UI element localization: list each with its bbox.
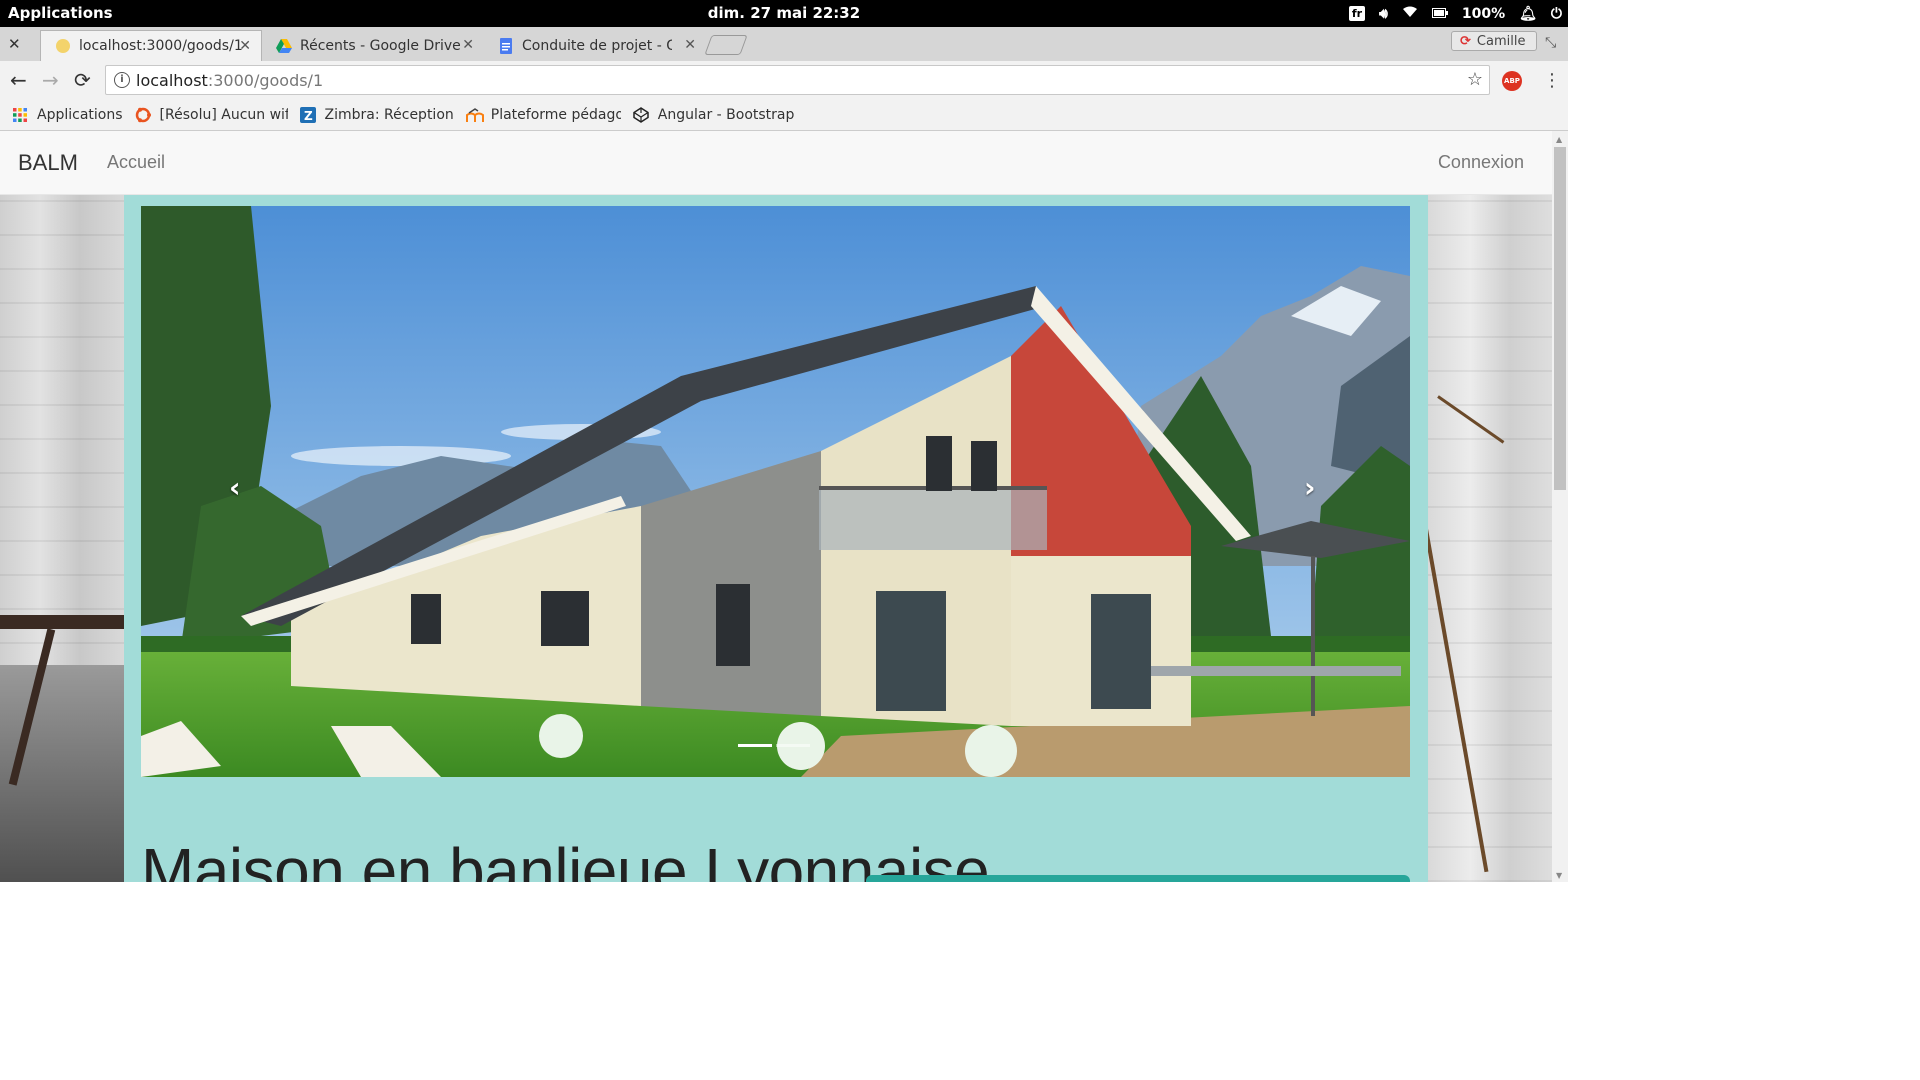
bookmark-label: Applications [37, 106, 123, 123]
wifi-icon[interactable] [1402, 6, 1418, 22]
carousel-indicator[interactable] [738, 744, 772, 747]
adblock-plus-icon[interactable]: ABP [1502, 71, 1522, 91]
bookmark-label: [Résolu] Aucun wifi [159, 106, 288, 123]
listing-action-button[interactable] [866, 875, 1410, 882]
new-tab-button[interactable] [704, 35, 748, 55]
google-drive-icon [276, 38, 292, 54]
site-brand[interactable]: BALM [18, 150, 78, 176]
battery-icon[interactable] [1431, 6, 1448, 22]
reload-icon[interactable]: ⟳ [74, 68, 91, 92]
scroll-down-icon[interactable]: ▼ [1556, 871, 1562, 880]
url-text[interactable]: localhost:3000/goods/1 [136, 71, 323, 90]
bookmark-label: Angular - Bootstrap [657, 106, 795, 123]
nav-home-link[interactable]: Accueil [107, 152, 165, 173]
tab-google-docs[interactable]: Conduite de projet - Go ✕ [484, 30, 706, 61]
browser-tab-strip: ✕ localhost:3000/goods/1 ✕ Récents - Goo… [0, 27, 1568, 61]
profile-name: Camille [1476, 33, 1526, 49]
codepen-icon [633, 106, 649, 123]
tab-title: Récents - Google Drive [300, 37, 461, 54]
nav-login-link[interactable]: Connexion [1438, 152, 1524, 173]
tab-close-icon[interactable]: ✕ [239, 38, 251, 54]
zimbra-icon: Z [299, 106, 316, 123]
profile-sync-icon: ⟳ [1460, 33, 1471, 49]
page-scrollbar[interactable]: ▲ ▼ [1552, 131, 1568, 882]
system-tray[interactable]: fr 🔊︎ 100% 🔔︎ ⏻ [1348, 3, 1562, 24]
web-page: BALM Accueil Connexion ‹ › Maison en ban… [0, 131, 1552, 882]
notification-bell-icon[interactable]: 🔔︎ [1519, 6, 1537, 22]
bookmark-plateforme[interactable]: Plateforme pédago [465, 106, 621, 123]
bookmark-star-icon[interactable]: ☆ [1467, 69, 1483, 90]
tab-localhost[interactable]: localhost:3000/goods/1 ✕ [40, 30, 262, 61]
window-restore-icon[interactable]: ⤡ [1545, 35, 1556, 51]
house-photo [141, 206, 1410, 777]
bookmarks-bar: Applications [Résolu] Aucun wifi Z Zimbr… [0, 99, 1568, 131]
bookmark-applications[interactable]: Applications [12, 107, 123, 123]
tab-title: localhost:3000/goods/1 [79, 38, 243, 54]
carousel-indicator[interactable] [776, 744, 810, 747]
site-info-icon[interactable]: i [114, 72, 130, 88]
tab-close-icon[interactable]: ✕ [684, 37, 696, 53]
bookmark-resolu-wifi[interactable]: [Résolu] Aucun wifi [135, 107, 288, 123]
browser-menu-icon[interactable]: ⋮ [1543, 70, 1561, 91]
loading-favicon-icon [55, 38, 71, 54]
moodle-icon [465, 107, 484, 123]
bookmark-label: Zimbra: Réception [324, 106, 454, 123]
bookmark-angular-bootstrap[interactable]: Angular - Bootstrap [633, 106, 795, 123]
carousel-next-icon[interactable]: › [1304, 471, 1316, 504]
applications-menu[interactable]: Applications [8, 4, 113, 22]
side-table [0, 615, 124, 629]
keyboard-layout-indicator[interactable]: fr [1348, 6, 1366, 21]
tab-title: Conduite de projet - Go [522, 37, 672, 54]
bookmark-label: Plateforme pédago [490, 106, 621, 123]
carousel-indicators [738, 744, 810, 747]
apps-grid-icon [12, 107, 28, 123]
site-navbar: BALM Accueil Connexion [0, 131, 1552, 195]
photo-carousel[interactable]: ‹ › [141, 206, 1410, 777]
ubuntu-icon [135, 107, 151, 123]
tab-google-drive[interactable]: Récents - Google Drive ✕ [262, 30, 484, 61]
volume-icon[interactable]: 🔊︎ [1379, 6, 1388, 22]
back-arrow-icon[interactable]: ← [10, 68, 27, 92]
browser-toolbar: ← → ⟳ i localhost:3000/goods/1 ☆ ABP ⋮ [0, 61, 1568, 99]
tab-close-icon[interactable]: ✕ [462, 37, 474, 53]
svg-text:Z: Z [304, 109, 313, 123]
listing-title: Maison en banlieue Lyonnaise [141, 834, 990, 882]
forward-arrow-icon[interactable]: → [42, 68, 59, 92]
bookmark-zimbra[interactable]: Z Zimbra: Réception [299, 106, 454, 123]
google-docs-icon [498, 37, 514, 54]
window-close-icon[interactable]: ✕ [8, 35, 21, 53]
battery-percentage: 100% [1461, 5, 1506, 22]
clock[interactable]: dim. 27 mai 22:32 [0, 4, 1568, 22]
scrollbar-thumb[interactable] [1554, 147, 1566, 490]
carousel-prev-icon[interactable]: ‹ [229, 471, 241, 504]
scroll-up-icon[interactable]: ▲ [1556, 135, 1562, 144]
address-bar[interactable]: i localhost:3000/goods/1 ☆ [105, 65, 1490, 95]
profile-button[interactable]: ⟳ Camille [1451, 31, 1537, 51]
listing-panel: ‹ › Maison en banlieue Lyonnaise [124, 195, 1428, 882]
power-icon[interactable]: ⏻ [1551, 6, 1562, 22]
system-top-bar: Applications dim. 27 mai 22:32 fr 🔊︎ 100… [0, 0, 1568, 27]
